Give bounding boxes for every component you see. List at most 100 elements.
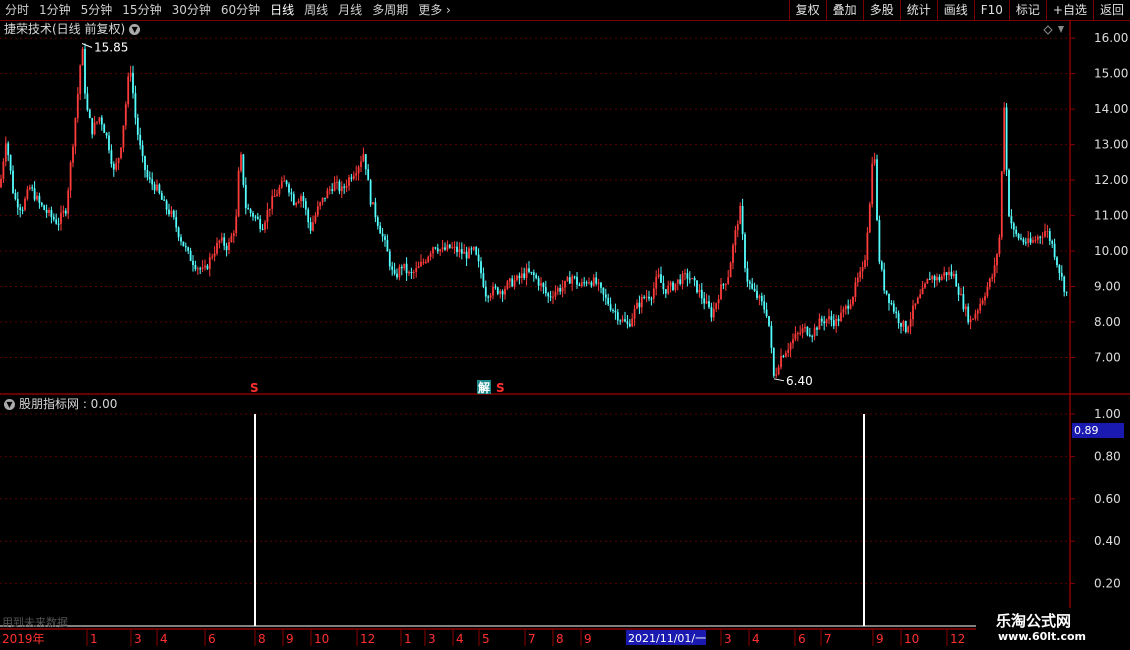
price-tick-label: 8.00 (1094, 315, 1121, 329)
candle-body (765, 309, 768, 317)
candle-body (276, 194, 278, 197)
candle-body (916, 297, 919, 304)
candle-body (914, 303, 917, 306)
candle-body (607, 297, 610, 305)
candle-body (357, 167, 360, 174)
watermark: 乐淘公式网 www.60lt.com (976, 608, 1130, 650)
candle-body (211, 256, 214, 258)
candle-body (777, 367, 780, 375)
candle-body (636, 302, 638, 309)
candle-body (163, 199, 166, 201)
candle-body (784, 352, 787, 357)
candle-body (547, 293, 550, 297)
candle-body (2, 161, 5, 180)
candle-body (758, 295, 761, 298)
candle-body (492, 286, 494, 296)
candle-body (336, 181, 338, 183)
candle-body (703, 298, 706, 304)
candle-body (568, 277, 571, 284)
candle-body (91, 118, 94, 135)
candle-body (33, 188, 36, 200)
candle-body (12, 170, 14, 193)
candle-body (400, 266, 403, 269)
candle-body (876, 159, 878, 221)
candle-body (540, 283, 542, 286)
candle-body (760, 295, 763, 302)
candle-body (422, 261, 425, 263)
candle-body (343, 186, 346, 188)
candle-body (213, 253, 216, 257)
candle-body (744, 234, 746, 269)
candle-body (720, 284, 722, 300)
candle-body (237, 170, 240, 217)
candle-body (1046, 231, 1049, 233)
chevron-down-icon[interactable]: ▼ (129, 23, 141, 35)
candle-body (374, 202, 377, 218)
candle-body (799, 332, 802, 334)
candle-body (967, 306, 970, 323)
candle-body (554, 291, 557, 297)
candle-body (559, 288, 562, 292)
month-label: 8 (258, 632, 266, 646)
candle-body (729, 262, 732, 278)
candle-body (441, 247, 444, 250)
candle-body (477, 254, 480, 262)
candle-body (955, 273, 958, 287)
candle-body (288, 184, 290, 193)
candle-body (309, 222, 312, 231)
candle-body (552, 296, 554, 298)
candle-body (379, 225, 382, 234)
candle-body (201, 267, 204, 270)
candle-body (602, 287, 605, 295)
candle-body (160, 192, 163, 200)
candle-body (770, 325, 773, 348)
candle-body (0, 179, 2, 188)
candle-body (1058, 265, 1061, 273)
candle-body (890, 302, 893, 304)
candle-body (76, 93, 79, 119)
candle-body (69, 162, 72, 191)
signal-bar (863, 414, 865, 626)
candle-body (348, 177, 350, 186)
triangle-down-icon (1058, 26, 1064, 33)
candle-body (842, 309, 845, 313)
candle-body (948, 271, 950, 275)
candle-body (710, 307, 713, 318)
candle-body (235, 216, 238, 234)
candle-body (739, 205, 742, 225)
candle-body (1024, 242, 1027, 244)
candle-body (424, 261, 427, 263)
candle-body (1005, 107, 1008, 170)
candle-body (734, 230, 737, 246)
candle-body (1032, 240, 1034, 243)
chevron-down-icon[interactable]: ▼ (4, 398, 15, 410)
high-arrow (81, 43, 93, 48)
candle-body (120, 147, 122, 159)
candle-body (1056, 257, 1058, 266)
candle-body (55, 219, 58, 224)
indicator-tick-label: 0.40 (1094, 534, 1121, 548)
candle-body (381, 233, 384, 237)
candle-body (676, 279, 679, 284)
candle-body (523, 273, 526, 278)
candle-body (292, 194, 295, 205)
candle-body (717, 299, 720, 304)
kline-chart[interactable]: 16.0015.0014.0013.0012.0011.0010.009.008… (0, 0, 1130, 650)
candle-body (813, 327, 816, 337)
candle-body (278, 187, 281, 195)
price-tick-label: 14.00 (1094, 102, 1128, 116)
candle-body (806, 326, 809, 335)
candle-body (532, 272, 535, 276)
candle-body (398, 266, 401, 278)
candle-body (64, 210, 67, 214)
cursor-value-badge: 0.89 (1072, 423, 1124, 438)
candle-body (391, 266, 394, 270)
candle-body (412, 271, 415, 273)
candle-body (206, 265, 209, 269)
candle-body (86, 93, 89, 110)
candle-body (993, 265, 996, 277)
candle-body (57, 223, 60, 225)
candle-body (866, 232, 869, 261)
candle-body (537, 278, 540, 286)
candle-body (660, 274, 662, 283)
